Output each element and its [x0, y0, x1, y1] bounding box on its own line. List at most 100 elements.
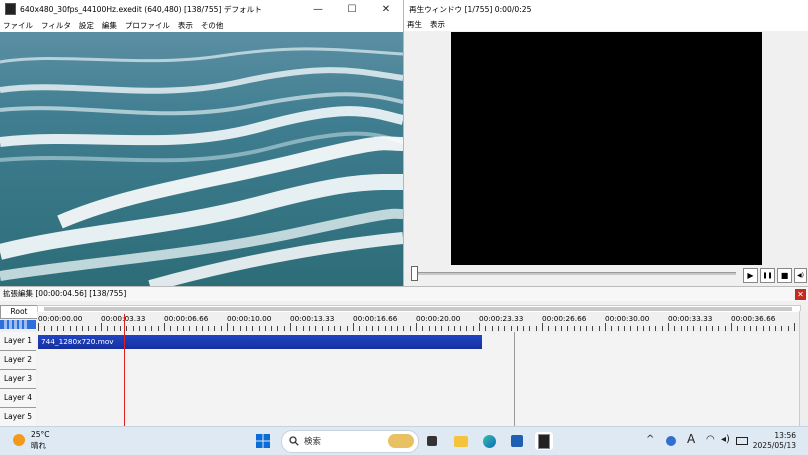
ruler-tick — [768, 326, 770, 331]
playback-window-title: 再生ウィンドウ [1/755] 0:00/0:25 — [409, 4, 532, 14]
ruler-tick — [113, 326, 115, 331]
playback-screen[interactable] — [451, 32, 762, 265]
ruler-tick — [176, 326, 178, 331]
menu-play[interactable]: 再生 — [407, 19, 422, 30]
ruler-tick — [479, 323, 480, 331]
ruler-tick — [353, 323, 354, 331]
stop-button[interactable]: ■ — [777, 268, 792, 283]
menu-display[interactable]: 表示 — [430, 19, 445, 30]
ruler-tick — [182, 326, 184, 331]
layer-4-header[interactable]: Layer 4 — [0, 389, 36, 408]
weather-condition[interactable]: 晴れ — [31, 440, 46, 451]
volume-icon[interactable]: ◂) — [721, 434, 730, 445]
edge-browser-icon[interactable] — [480, 432, 498, 450]
ruler-tick — [611, 326, 613, 331]
ruler-tick — [63, 326, 65, 331]
aviutl-taskbar-icon[interactable] — [535, 432, 553, 450]
playhead-cursor[interactable] — [124, 314, 125, 427]
ruler-tick — [371, 326, 373, 331]
tray-chevron-icon[interactable]: ^ — [646, 434, 654, 445]
layer-2-track[interactable] — [37, 351, 799, 371]
ruler-label: 00:00:20.00 — [416, 314, 461, 323]
close-button[interactable]: ✕ — [369, 0, 403, 18]
minimize-button[interactable]: — — [301, 0, 335, 18]
ruler-tick — [466, 326, 468, 331]
ruler-tick — [132, 326, 134, 331]
ruler-tick — [535, 326, 537, 331]
ruler-tick — [617, 326, 619, 331]
ruler-tick — [548, 326, 550, 331]
ruler-tick — [422, 326, 424, 331]
ruler-tick — [453, 326, 455, 331]
ruler-tick — [567, 326, 569, 331]
ruler-tick — [749, 326, 751, 331]
ime-indicator[interactable]: A — [687, 432, 695, 446]
ruler-tick — [705, 326, 707, 331]
menu-filter[interactable]: フィルタ — [41, 20, 71, 31]
ruler-tick — [712, 326, 714, 331]
playback-titlebar[interactable]: 再生ウィンドウ [1/755] 0:00/0:25 — [404, 0, 808, 18]
layer-2-header[interactable]: Layer 2 — [0, 351, 36, 370]
root-button[interactable]: Root — [0, 305, 38, 319]
ruler-tick — [119, 326, 121, 331]
menu-view[interactable]: 表示 — [178, 20, 193, 31]
maximize-button[interactable]: ☐ — [335, 0, 369, 18]
layer-1-header[interactable]: Layer 1 — [0, 332, 36, 351]
menu-edit[interactable]: 編集 — [102, 20, 117, 31]
ruler-tick — [151, 326, 153, 331]
menu-settings[interactable]: 設定 — [79, 20, 94, 31]
time-ruler[interactable]: 00:00:00.00 00:00:03.33 00:00:06.66 00:0… — [37, 312, 799, 332]
ruler-tick — [724, 326, 726, 331]
aviutl-app-icon — [5, 3, 16, 15]
audio-button[interactable]: ◀) — [794, 268, 807, 283]
seek-bar[interactable] — [414, 272, 736, 275]
task-view-icon[interactable] — [423, 432, 441, 450]
wifi-icon[interactable]: ◠ — [706, 434, 715, 445]
zoom-slider[interactable] — [0, 320, 36, 329]
play-button[interactable]: ▶ — [743, 268, 758, 283]
main-window-title: 640x480_30fps_44100Hz.exedit (640,480) [… — [20, 4, 262, 14]
ruler-tick — [201, 326, 203, 331]
battery-icon[interactable] — [736, 437, 748, 445]
clock-date[interactable]: 2025/05/13 — [753, 441, 796, 450]
ruler-tick — [573, 326, 575, 331]
layer-4-track[interactable] — [37, 389, 799, 409]
windows-start-icon[interactable] — [254, 432, 272, 450]
menu-other[interactable]: その他 — [201, 20, 224, 31]
main-menubar: ファイル フィルタ 設定 編集 プロファイル 表示 その他 — [0, 18, 403, 32]
taskbar-search-box[interactable]: 検索 — [281, 430, 419, 453]
ruler-tick — [258, 326, 260, 331]
layer-3-header[interactable]: Layer 3 — [0, 370, 36, 389]
menu-profile[interactable]: プロファイル — [125, 20, 170, 31]
ruler-label: 00:00:13.33 — [290, 314, 335, 323]
clock-time[interactable]: 13:56 — [774, 431, 796, 440]
pause-button[interactable]: ❚❚ — [760, 268, 775, 283]
weather-temp[interactable]: 25°C — [31, 430, 50, 439]
ruler-tick — [365, 326, 367, 331]
layer-5-header[interactable]: Layer 5 — [0, 408, 36, 427]
ruler-tick — [529, 326, 531, 331]
ruler-tick — [447, 326, 449, 331]
seek-handle[interactable] — [411, 266, 418, 281]
ruler-tick — [56, 326, 58, 331]
ruler-tick — [264, 326, 266, 331]
search-placeholder: 検索 — [304, 437, 322, 447]
timeline-close-button[interactable]: ✕ — [795, 289, 806, 300]
main-titlebar[interactable]: 640x480_30fps_44100Hz.exedit (640,480) [… — [0, 0, 403, 18]
ruler-tick — [277, 326, 279, 331]
ocean-waves-image — [0, 32, 403, 286]
video-clip[interactable]: 744_1280x720.mov — [38, 335, 482, 349]
menu-file[interactable]: ファイル — [3, 20, 33, 31]
ruler-tick — [655, 326, 657, 331]
tray-network-status-icon[interactable] — [666, 436, 676, 446]
layer-3-track[interactable] — [37, 370, 799, 390]
video-preview[interactable] — [0, 32, 403, 286]
layer-5-track[interactable] — [37, 408, 799, 428]
store-icon[interactable] — [508, 432, 526, 450]
weather-sun-icon[interactable] — [13, 434, 25, 446]
timeline-vertical-scrollbar[interactable] — [799, 311, 808, 427]
scrollbar-thumb[interactable] — [44, 307, 792, 311]
file-explorer-icon[interactable] — [452, 432, 470, 450]
ruler-tick — [69, 326, 71, 331]
ruler-tick — [378, 326, 380, 331]
